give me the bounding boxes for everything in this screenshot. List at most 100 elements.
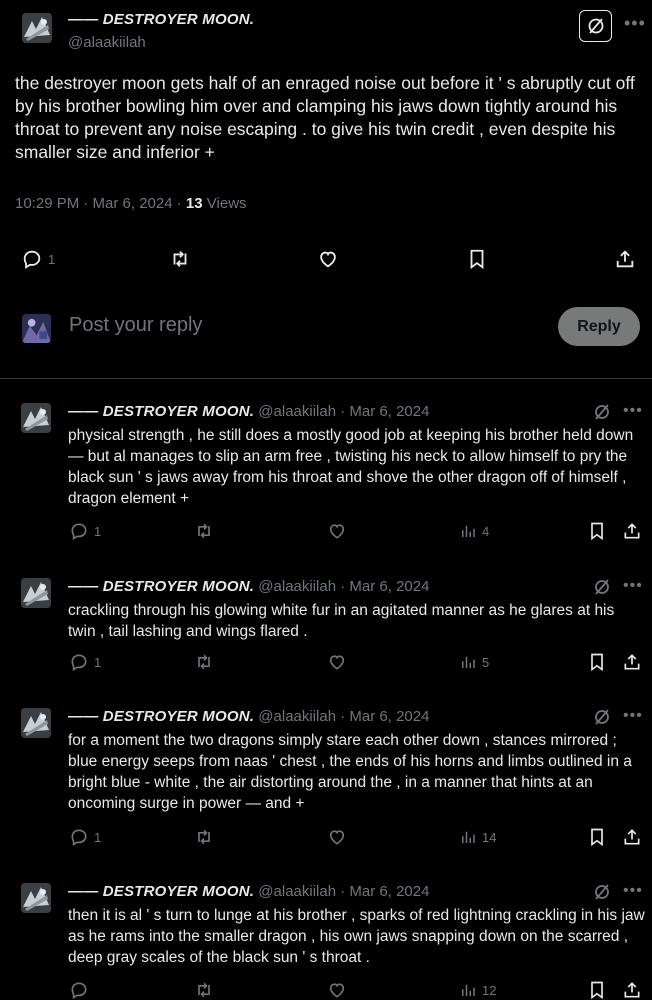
views-button[interactable]: 4 <box>459 521 489 541</box>
more-dots-icon[interactable]: ••• <box>623 708 643 724</box>
upload-share-icon <box>624 523 640 539</box>
heart-icon <box>329 655 345 670</box>
bookmark-button[interactable] <box>587 827 607 847</box>
like-button[interactable] <box>327 827 347 847</box>
views-count: 13 <box>185 195 203 212</box>
like-button[interactable] <box>317 248 339 270</box>
repost-button[interactable] <box>168 248 192 270</box>
avatar[interactable] <box>22 13 52 43</box>
bar-chart-icon <box>462 525 475 537</box>
tweet-text: for a moment the two dragons simply star… <box>68 732 632 812</box>
more-dots-icon[interactable]: ••• <box>623 578 643 594</box>
avatar[interactable] <box>22 314 51 343</box>
tweet-header: —— DESTROYER MOON. @alaakiilah · Mar 6, … <box>68 708 429 725</box>
grok-icon[interactable] <box>592 402 612 422</box>
bookmark-icon <box>591 653 603 672</box>
speech-bubble-icon <box>71 654 87 672</box>
grok-icon[interactable] <box>579 10 612 42</box>
tweet-text: physical strength , he still does a most… <box>68 427 634 507</box>
display-name[interactable]: —— DESTROYER MOON. <box>68 11 254 28</box>
repost-button[interactable] <box>193 980 215 1000</box>
more-dots-icon[interactable]: ••• <box>624 14 646 32</box>
share-button[interactable] <box>622 652 642 672</box>
share-button[interactable] <box>622 521 642 541</box>
reply-submit-button[interactable]: Reply <box>558 307 640 346</box>
handle-date[interactable]: @alaakiilah · Mar 6, 2024 <box>258 883 429 900</box>
repost-arrows-icon <box>198 523 210 539</box>
reply-button[interactable] <box>69 980 94 1000</box>
grok-icon[interactable] <box>592 882 612 902</box>
heart-icon <box>329 830 345 845</box>
tweet-text: the destroyer moon gets half of an enrag… <box>15 73 635 162</box>
share-button[interactable] <box>614 248 636 270</box>
reply-count: 1 <box>94 829 102 845</box>
speech-bubble-icon <box>71 523 87 541</box>
reply-count: 1 <box>48 251 56 267</box>
avatar[interactable] <box>21 403 51 433</box>
repost-button[interactable] <box>193 521 215 541</box>
bookmark-icon <box>591 828 603 847</box>
repost-arrows-icon <box>198 654 210 670</box>
action-bar: 1 14 <box>0 827 652 847</box>
reply-input[interactable]: Post your reply <box>69 314 202 337</box>
bookmark-icon <box>591 522 603 541</box>
repost-arrows-icon <box>198 829 210 845</box>
grok-icon[interactable] <box>592 577 612 597</box>
upload-share-icon <box>624 982 640 998</box>
views-button[interactable]: 5 <box>459 652 489 672</box>
views-count: 14 <box>482 829 497 845</box>
like-button[interactable] <box>327 980 347 1000</box>
display-name[interactable]: —— DESTROYER MOON. <box>68 883 254 900</box>
tweet-header: —— DESTROYER MOON. @alaakiilah · Mar 6, … <box>68 883 429 900</box>
views-button[interactable]: 14 <box>459 827 496 847</box>
bar-chart-icon <box>462 656 475 668</box>
upload-share-icon <box>616 250 634 268</box>
reply-count: 1 <box>94 523 102 539</box>
like-button[interactable] <box>327 521 347 541</box>
reply-button[interactable]: 1 <box>69 827 101 847</box>
more-dots-icon[interactable]: ••• <box>623 403 643 419</box>
display-name[interactable]: —— DESTROYER MOON. <box>68 578 254 595</box>
like-button[interactable] <box>327 652 347 672</box>
share-button[interactable] <box>622 980 642 1000</box>
main-tweet: —— DESTROYER MOON. @alaakiilah ••• the d… <box>0 0 652 380</box>
upload-share-icon <box>624 829 640 845</box>
reply-button[interactable]: 1 <box>69 521 101 541</box>
views-button[interactable]: 12 <box>459 980 496 1000</box>
handle-date[interactable]: @alaakiilah · Mar 6, 2024 <box>258 708 429 725</box>
views-count: 4 <box>482 523 490 539</box>
speech-bubble-icon <box>71 829 87 847</box>
bookmark-button[interactable] <box>587 980 607 1000</box>
display-name[interactable]: —— DESTROYER MOON. <box>68 403 254 420</box>
repost-button[interactable] <box>193 652 215 672</box>
tweet-header: —— DESTROYER MOON. @alaakiilah · Mar 6, … <box>68 578 429 595</box>
divider <box>0 378 652 379</box>
bookmark-icon <box>591 981 603 1000</box>
reply-button[interactable]: 1 <box>69 652 101 672</box>
repost-button[interactable] <box>193 827 215 847</box>
reply-count: 1 <box>94 654 102 670</box>
timestamp[interactable]: 10:29 PM · Mar 6, 2024 · <box>15 195 182 212</box>
tweet-text: then it is al ' s turn to lunge at his b… <box>68 907 645 966</box>
speech-bubble-icon <box>23 250 41 269</box>
avatar[interactable] <box>21 708 51 738</box>
speech-bubble-icon <box>71 982 87 1000</box>
handle-date[interactable]: @alaakiilah · Mar 6, 2024 <box>258 578 429 595</box>
handle-date[interactable]: @alaakiilah · Mar 6, 2024 <box>258 403 429 420</box>
views-count: 12 <box>482 982 497 998</box>
repost-arrows-icon <box>173 251 187 267</box>
bookmark-button[interactable] <box>587 652 607 672</box>
share-button[interactable] <box>622 827 642 847</box>
action-bar: 1 <box>0 248 652 274</box>
avatar[interactable] <box>21 883 51 913</box>
reply-button[interactable]: 1 <box>21 248 55 270</box>
more-dots-icon[interactable]: ••• <box>623 883 643 899</box>
display-name[interactable]: —— DESTROYER MOON. <box>68 708 254 725</box>
grok-icon[interactable] <box>592 707 612 727</box>
action-bar: 12 <box>0 980 652 1000</box>
tweet-meta: 10:29 PM · Mar 6, 2024 · 13 Views <box>15 195 247 212</box>
handle[interactable]: @alaakiilah <box>68 34 146 51</box>
bookmark-button[interactable] <box>587 521 607 541</box>
bookmark-button[interactable] <box>466 248 488 270</box>
avatar[interactable] <box>21 578 51 608</box>
